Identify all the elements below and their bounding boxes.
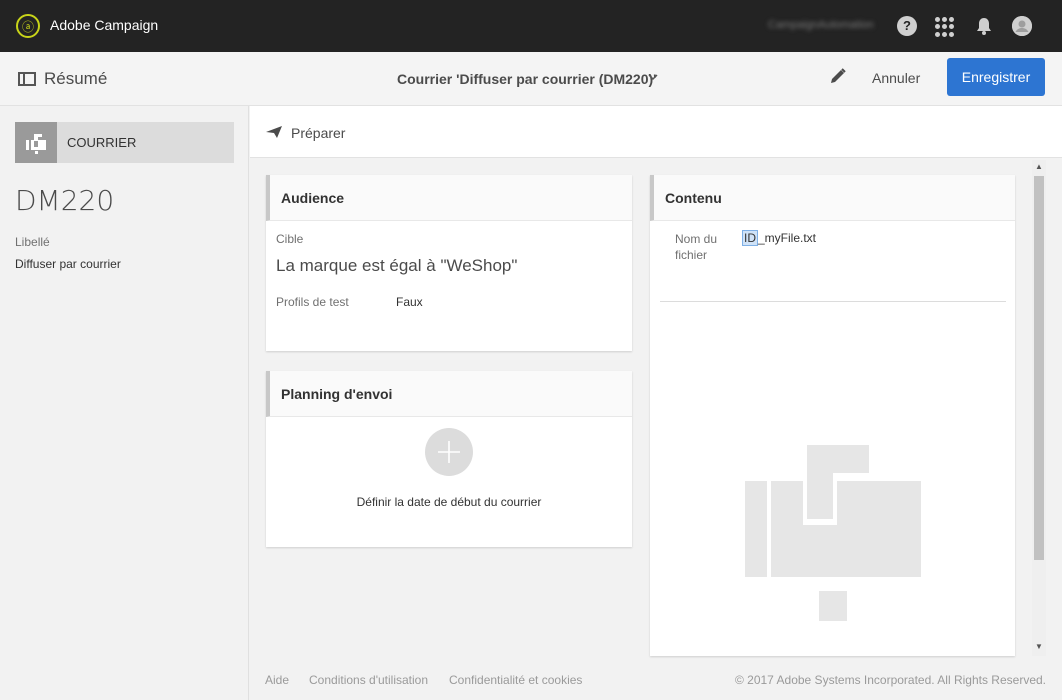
mailbox-placeholder-icon <box>745 445 921 621</box>
divider <box>660 301 1006 302</box>
schedule-card[interactable]: Planning d'envoi Définir la date de débu… <box>266 371 632 547</box>
label-field-value: Diffuser par courrier <box>15 257 121 271</box>
summary-panel-icon[interactable] <box>18 72 36 86</box>
scroll-up-arrow-icon[interactable]: ▲ <box>1035 162 1043 171</box>
file-id-token[interactable]: ID <box>742 230 758 246</box>
schedule-hint: Définir la date de début du courrier <box>356 495 542 509</box>
file-name-value[interactable]: ID _myFile.txt <box>742 230 817 246</box>
target-value: La marque est égal à "WeShop" <box>276 256 518 275</box>
copyright: © 2017 Adobe Systems Incorporated. All R… <box>734 673 1046 687</box>
content-scrollbar[interactable]: ▲ ▼ <box>1032 160 1046 656</box>
add-schedule-button[interactable] <box>425 428 473 476</box>
pencil-icon[interactable] <box>828 66 848 86</box>
test-profiles-label: Profils de test <box>276 295 349 309</box>
delivery-title[interactable]: Courrier 'Diffuser par courrier (DM220)' <box>397 71 657 87</box>
audience-title: Audience <box>266 175 632 221</box>
user-name[interactable]: CampaignAutomation <box>768 19 874 31</box>
target-label: Cible <box>276 232 304 246</box>
scroll-down-arrow-icon[interactable]: ▼ <box>1035 642 1043 651</box>
content-title: Contenu <box>650 175 1015 221</box>
footer: Aide Conditions d'utilisation Confidenti… <box>250 660 1062 700</box>
cancel-button[interactable]: Annuler <box>864 60 928 96</box>
channel-label: COURRIER <box>67 135 137 150</box>
content-card[interactable]: Contenu Nom du fichier ID _myFile.txt <box>650 175 1015 656</box>
footer-privacy-link[interactable]: Confidentialité et cookies <box>449 673 582 687</box>
scroll-thumb[interactable] <box>1034 176 1044 560</box>
apps-grid-icon[interactable] <box>935 17 955 37</box>
delivery-code: DM220 <box>15 184 115 217</box>
audience-card[interactable]: Audience Cible La marque est égal à "WeS… <box>266 175 632 351</box>
save-button[interactable]: Enregistrer <box>947 58 1045 96</box>
app-title: Adobe Campaign <box>50 17 159 33</box>
footer-terms-link[interactable]: Conditions d'utilisation <box>309 673 428 687</box>
profile-avatar-icon[interactable] <box>1012 16 1032 36</box>
adobe-campaign-logo[interactable]: ⓐ <box>16 14 40 38</box>
summary-label[interactable]: Résumé <box>44 69 107 89</box>
prepare-button[interactable]: Préparer <box>291 125 345 141</box>
chevron-down-icon[interactable] <box>648 71 658 85</box>
send-icon[interactable] <box>265 125 283 139</box>
test-profiles-value: Faux <box>396 295 423 309</box>
mailbox-icon <box>15 122 57 163</box>
action-toolbar <box>250 106 1062 158</box>
notifications-bell-icon[interactable] <box>974 16 994 36</box>
file-name-rest: _myFile.txt <box>758 231 817 245</box>
label-field-title: Libellé <box>15 235 50 249</box>
schedule-title: Planning d'envoi <box>266 371 632 417</box>
plus-icon <box>438 441 460 463</box>
help-icon[interactable]: ? <box>897 16 917 36</box>
file-name-label: Nom du fichier <box>675 232 718 262</box>
footer-help-link[interactable]: Aide <box>265 673 289 687</box>
